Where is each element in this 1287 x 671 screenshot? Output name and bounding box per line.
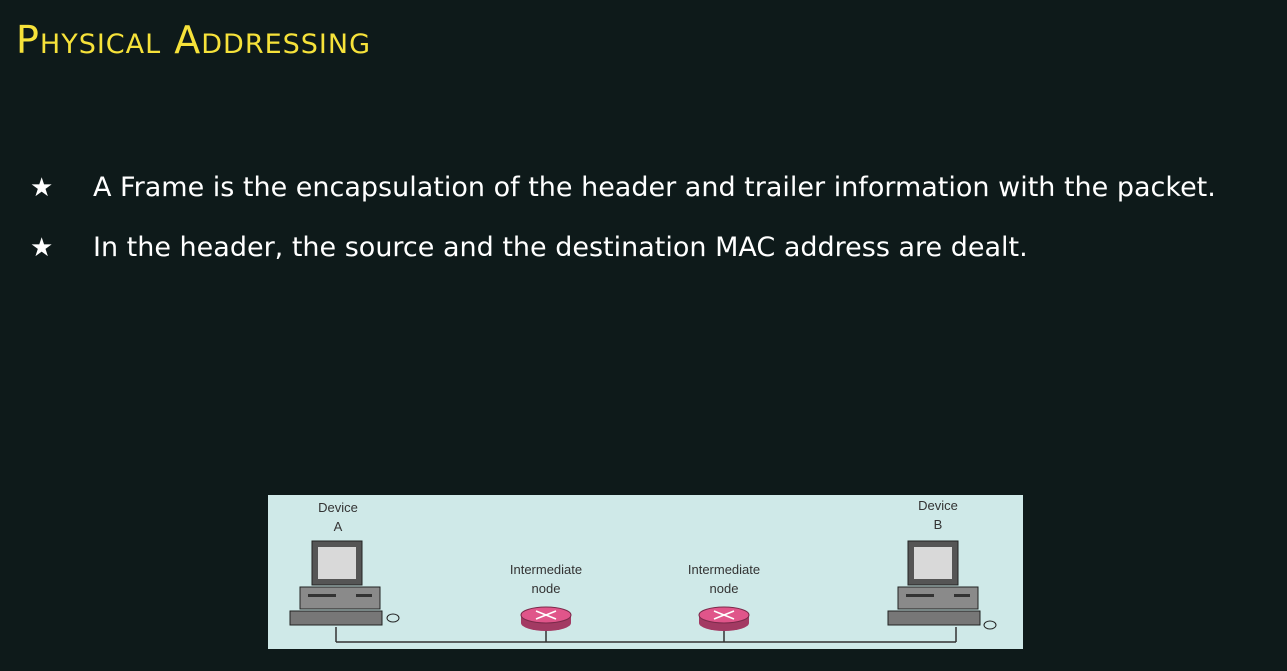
router-1-icon [520,606,572,631]
computer-b-icon [887,540,997,630]
router-2-icon [698,606,750,631]
device-a-label: Device A [318,500,358,534]
star-icon: ★ [30,173,54,203]
bullet-list: ★ A Frame is the encapsulation of the he… [30,158,1270,278]
bullet-item: ★ In the header, the source and the dest… [30,218,1270,278]
device-b-label: Device B [918,498,958,532]
bullet-item: ★ A Frame is the encapsulation of the he… [30,158,1270,218]
computer-a-icon [289,540,400,626]
network-diagram: Device A Device B Intermediate node Inte… [268,495,1023,649]
intermediate-node-1-label: Intermediate node [509,562,583,596]
star-icon: ★ [30,233,54,263]
bullet-text: In the header, the source and the destin… [93,232,1028,263]
slide-title: Physical Addressing [16,18,372,62]
bullet-text: A Frame is the encapsulation of the head… [93,172,1216,203]
intermediate-node-2-label: Intermediate node [687,562,761,596]
